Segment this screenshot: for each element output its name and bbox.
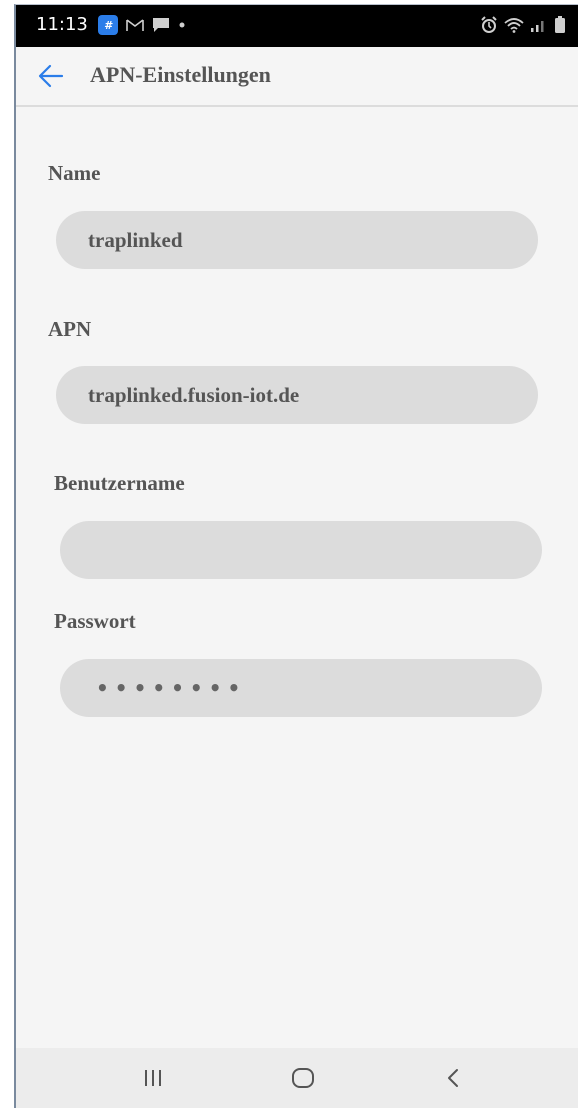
recent-apps-icon[interactable]	[138, 1066, 168, 1090]
phone-screen: 11:13 # APN-Einstellungen Name traplinke…	[14, 4, 578, 1108]
wifi-icon	[504, 17, 524, 33]
back-icon[interactable]	[438, 1066, 468, 1090]
apn-field[interactable]: traplinked.fusion-iot.de	[56, 366, 538, 424]
app-badge-icon: #	[98, 15, 118, 35]
home-icon[interactable]	[288, 1066, 318, 1090]
apn-label: APN	[48, 317, 92, 341]
arrow-left-icon[interactable]	[38, 63, 64, 89]
name-field[interactable]: traplinked	[56, 211, 538, 269]
status-left-icons: #	[98, 15, 186, 35]
page-title: APN-Einstellungen	[90, 62, 271, 87]
dot-icon	[178, 21, 186, 29]
battery-icon	[554, 16, 566, 34]
username-field[interactable]	[60, 521, 542, 579]
navigation-bar	[16, 1048, 578, 1108]
apn-value: traplinked.fusion-iot.de	[88, 382, 300, 407]
username-label: Benutzername	[54, 471, 185, 495]
password-value: ••••••••	[96, 676, 247, 700]
gmail-icon	[126, 18, 144, 32]
name-label: Name	[48, 161, 101, 185]
name-value: traplinked	[88, 227, 183, 252]
password-label: Passwort	[54, 609, 136, 633]
app-header: APN-Einstellungen	[16, 47, 578, 107]
password-field[interactable]: ••••••••	[60, 659, 542, 717]
status-bar: 11:13 #	[16, 5, 578, 47]
status-time: 11:13	[36, 14, 88, 35]
message-icon	[152, 17, 170, 33]
status-right-icons	[480, 16, 566, 34]
alarm-icon	[480, 16, 498, 34]
signal-icon	[530, 17, 548, 33]
